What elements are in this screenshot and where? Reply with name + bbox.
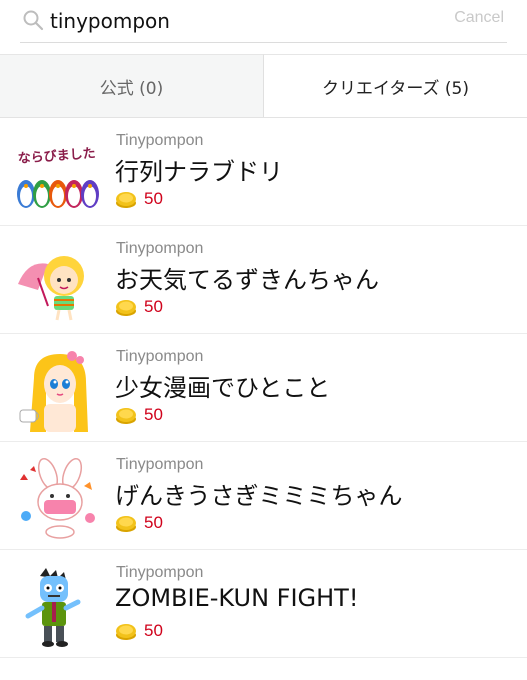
umbrella-girl-sticker-icon xyxy=(18,256,84,321)
price: 50 xyxy=(144,189,163,208)
bunny-sticker-icon xyxy=(20,457,95,539)
tab-bar: 公式 (0) クリエイターズ (5) xyxy=(0,54,527,118)
search-input[interactable] xyxy=(50,6,430,36)
zombie-sticker-icon xyxy=(25,568,81,647)
creator-name: Tinypompon xyxy=(116,456,204,473)
sticker-title: お天気てるずきんちゃん xyxy=(115,266,379,294)
sticker-list: ならびました Tinypompon 行列ナラブドリ 50 Tinypompon … xyxy=(0,118,527,658)
search-field: Cancel xyxy=(20,0,507,43)
price: 50 xyxy=(144,621,163,640)
list-item[interactable]: ならびました Tinypompon 行列ナラブドリ 50 xyxy=(0,118,527,226)
coin-icon xyxy=(116,408,136,424)
coin-icon xyxy=(116,624,136,640)
price: 50 xyxy=(144,297,163,316)
list-item[interactable]: Tinypompon ZOMBIE-KUN FIGHT! 50 xyxy=(0,550,527,658)
creator-name: Tinypompon xyxy=(116,132,204,149)
sticker-title: ZOMBIE-KUN FIGHT! xyxy=(115,584,359,612)
cancel-button[interactable]: Cancel xyxy=(454,9,504,27)
list-item[interactable]: Tinypompon お天気てるずきんちゃん 50 xyxy=(0,226,527,334)
price-row: 50 xyxy=(114,186,163,212)
creator-name: Tinypompon xyxy=(116,240,204,257)
tab-creators[interactable]: クリエイターズ (5) xyxy=(264,54,527,117)
penguins-sticker-icon: ならびました xyxy=(17,146,99,208)
coin-icon xyxy=(116,192,136,208)
coin-icon xyxy=(116,516,136,532)
coin-icon xyxy=(116,300,136,316)
creator-name: Tinypompon xyxy=(116,348,204,365)
list-item[interactable]: Tinypompon 少女漫画でひとこと 50 xyxy=(0,334,527,442)
list-item[interactable]: Tinypompon げんきうさぎミミミちゃん 50 xyxy=(0,442,527,550)
price-row: 50 xyxy=(114,402,163,428)
sticker-title: げんきうさぎミミミちゃん xyxy=(115,482,403,510)
price-row: 50 xyxy=(114,294,163,320)
sticker-title: 少女漫画でひとこと xyxy=(115,374,331,402)
creator-name: Tinypompon xyxy=(116,564,204,581)
sticker-thumb-text: ならびました xyxy=(17,146,96,166)
sticker-title: 行列ナラブドリ xyxy=(115,158,283,186)
price-row: 50 xyxy=(114,618,163,644)
search-icon xyxy=(23,10,44,31)
search-bar: Cancel xyxy=(0,0,527,54)
price: 50 xyxy=(144,405,163,424)
manga-girl-sticker-icon xyxy=(19,351,88,432)
tab-official[interactable]: 公式 (0) xyxy=(0,54,264,117)
price-row: 50 xyxy=(114,510,163,536)
price: 50 xyxy=(144,513,163,532)
